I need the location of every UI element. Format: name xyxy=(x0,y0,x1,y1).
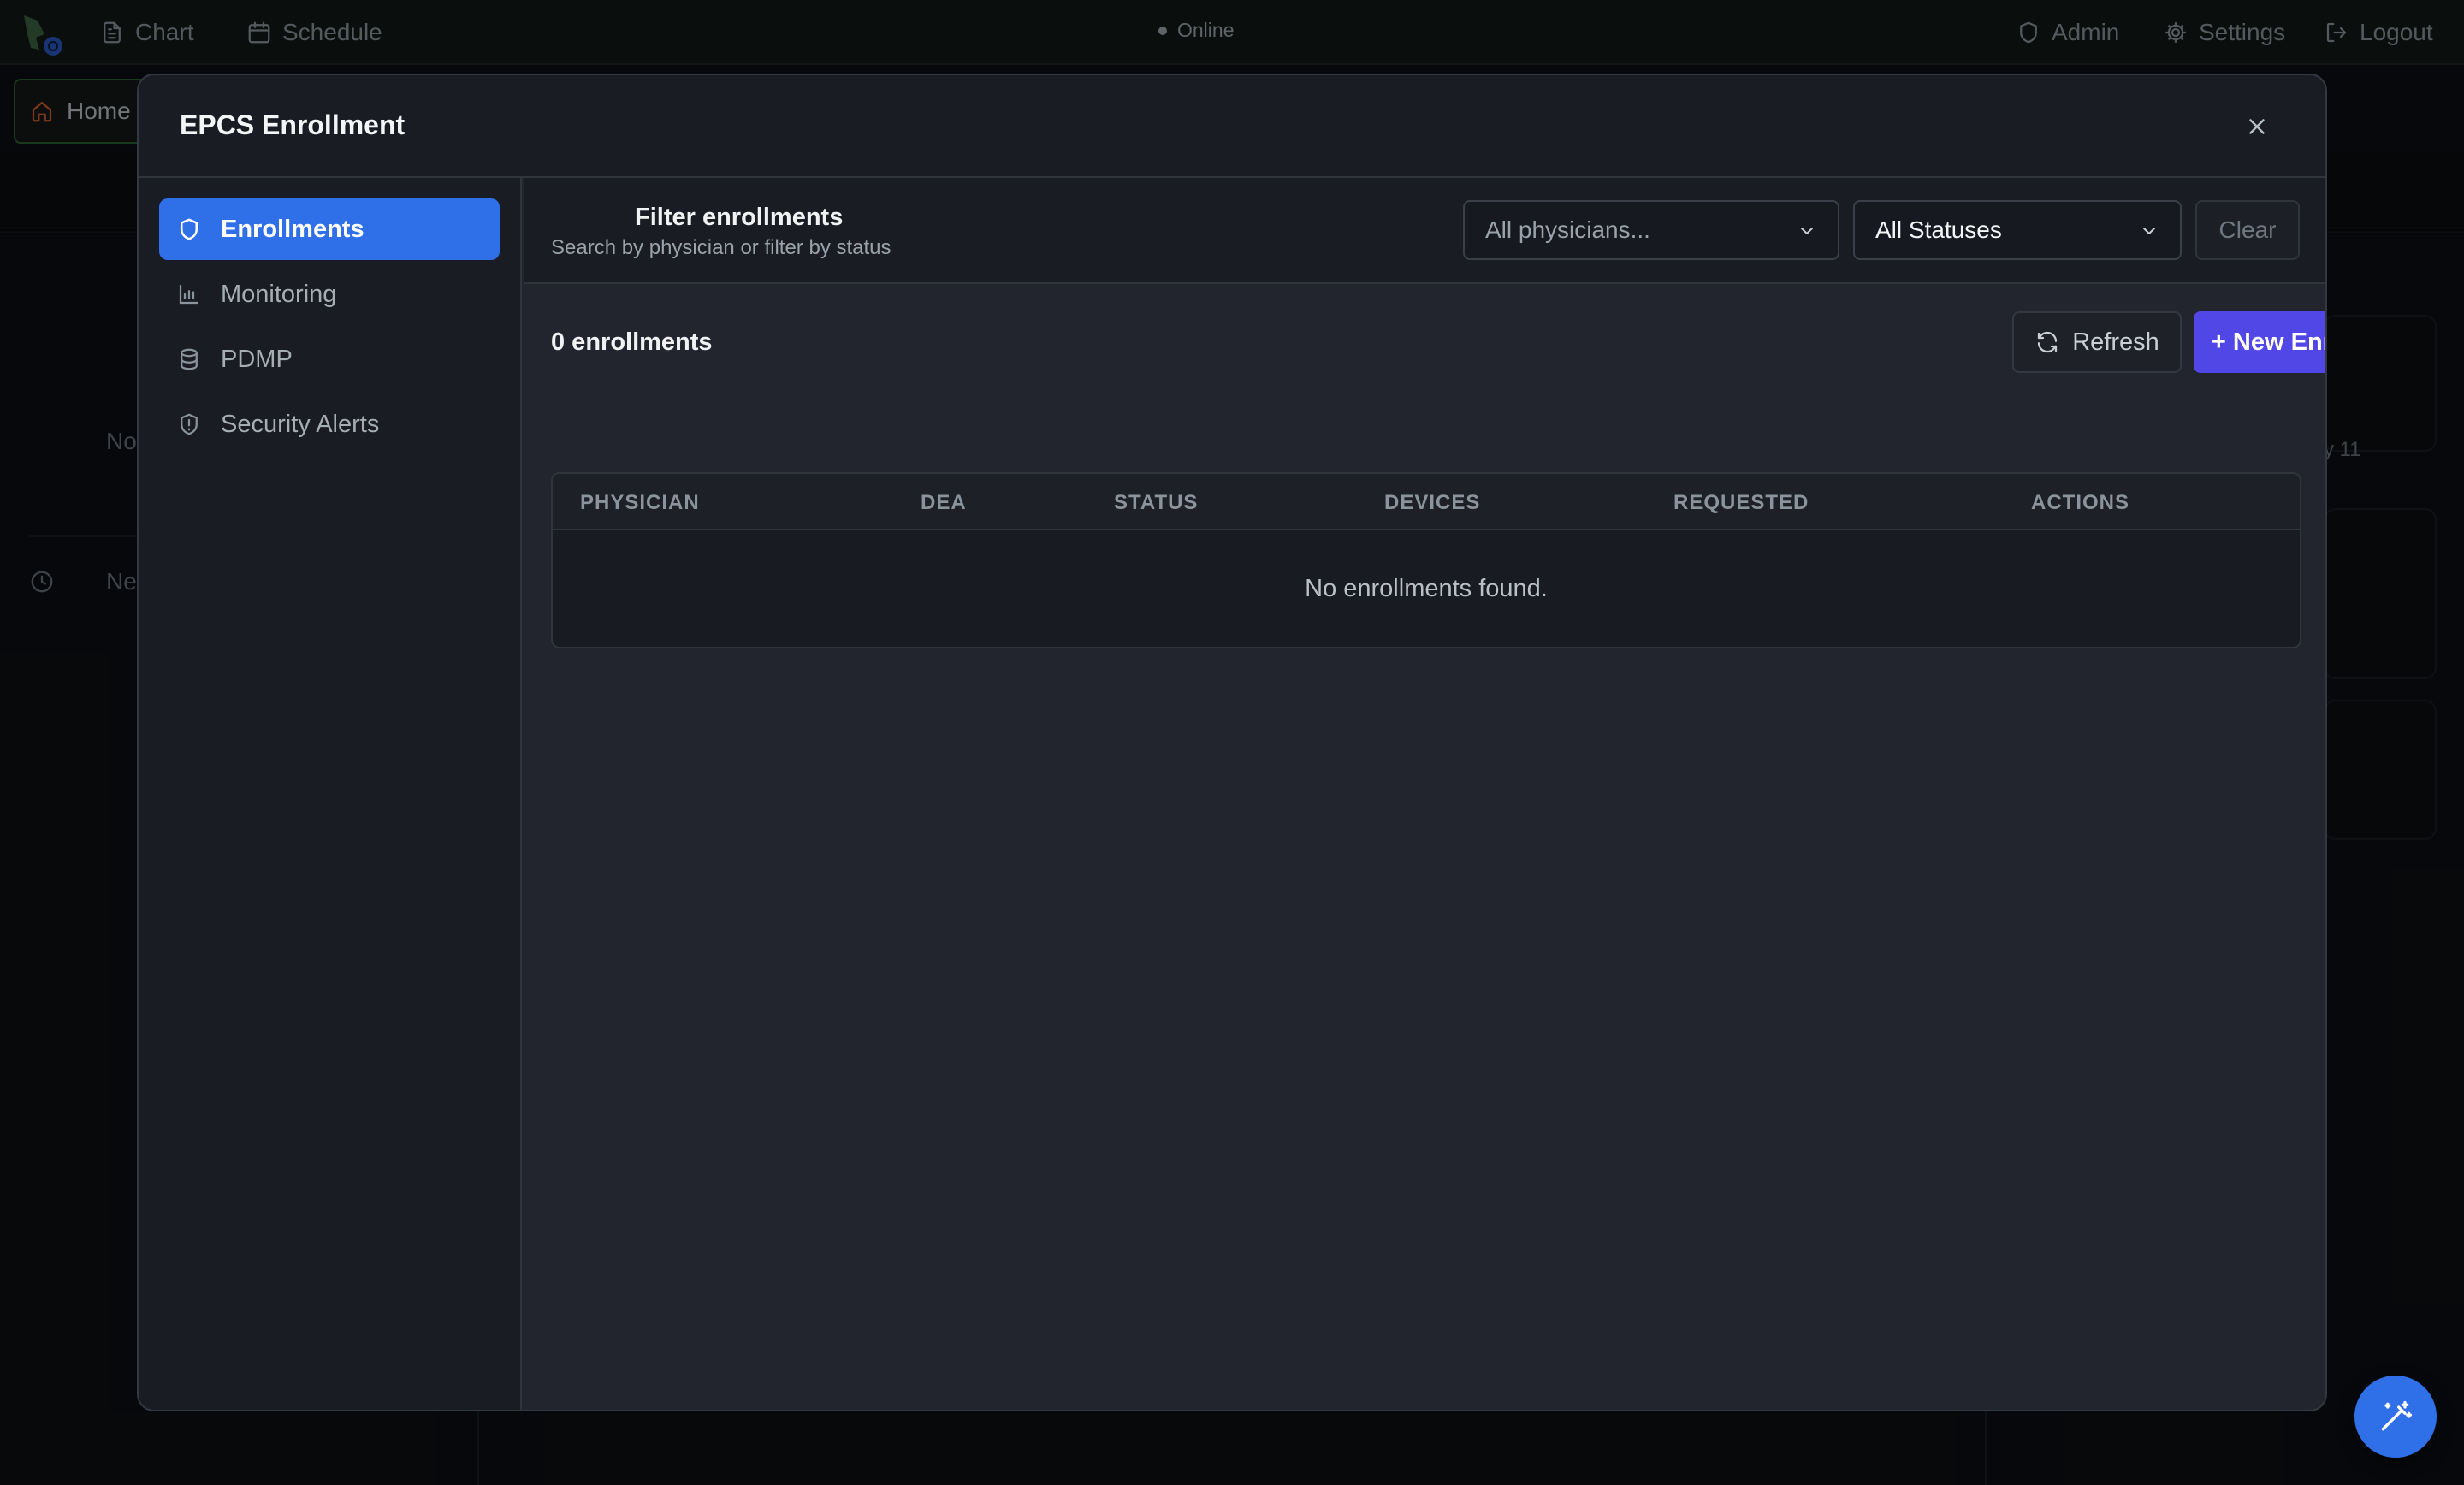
column-header-actions: ACTIONS xyxy=(2031,491,2129,514)
chevron-down-icon xyxy=(1801,228,1813,234)
column-header-physician[interactable]: PHYSICIAN xyxy=(580,491,700,515)
filter-subtitle: Search by physician or filter by status xyxy=(551,236,891,259)
refresh-button-label: Refresh xyxy=(2072,328,2159,356)
filter-title: Filter enrollments xyxy=(635,204,844,231)
refresh-button[interactable]: Refresh xyxy=(2012,311,2182,373)
enrollments-panel: Filter enrollments Search by physician o… xyxy=(524,178,2325,1410)
physician-select-value: All physicians... xyxy=(1485,216,1650,243)
sidebar-item-security-alerts[interactable]: Security Alerts xyxy=(159,393,500,455)
bar-chart-icon xyxy=(179,284,199,305)
column-header-requested[interactable]: REQUESTED xyxy=(1673,491,1809,515)
new-enrollment-button[interactable]: + New Enrollment xyxy=(2194,311,2325,373)
sidebar-item-label: Enrollments xyxy=(221,215,364,243)
column-header-devices[interactable]: DEVICES xyxy=(1384,491,1480,515)
sidebar-item-pdmp[interactable]: PDMP xyxy=(159,328,500,390)
shield-alert-icon xyxy=(181,413,198,435)
physician-select[interactable]: All physicians... xyxy=(1463,200,1839,260)
magic-wand-icon xyxy=(2381,1400,2413,1431)
close-button[interactable] xyxy=(2240,109,2274,144)
dialog-sidebar: Enrollments Monitoring PDMP Security Ale… xyxy=(139,178,522,1410)
empty-state-message: No enrollments found. xyxy=(1305,575,1548,602)
chevron-down-icon xyxy=(2143,228,2155,234)
column-header-status[interactable]: STATUS xyxy=(1114,491,1198,515)
magic-wand-button[interactable] xyxy=(2354,1376,2437,1458)
shield-icon xyxy=(181,218,198,240)
column-header-dea[interactable]: DEA xyxy=(921,491,967,515)
sidebar-item-label: Monitoring xyxy=(221,280,337,308)
close-icon xyxy=(2249,119,2265,134)
dialog-title: EPCS Enrollment xyxy=(180,109,406,140)
filter-bar: Filter enrollments Search by physician o… xyxy=(524,178,2325,284)
sidebar-item-monitoring[interactable]: Monitoring xyxy=(159,263,500,325)
sidebar-item-label: Security Alerts xyxy=(221,410,380,438)
enrollments-table: PHYSICIAN DEA STATUS DEVICES REQUESTED A… xyxy=(551,472,2301,648)
sidebar-item-enrollments[interactable]: Enrollments xyxy=(159,198,500,260)
sidebar-item-label: PDMP xyxy=(221,345,293,373)
enrollment-count: 0 enrollments xyxy=(551,328,713,356)
clear-filters-button[interactable]: Clear xyxy=(2195,200,2300,260)
status-select-value: All Statuses xyxy=(1875,216,2002,243)
dialog-header: EPCS Enrollment xyxy=(139,75,2325,178)
status-select[interactable]: All Statuses xyxy=(1853,200,2182,260)
refresh-icon xyxy=(2038,331,2058,353)
database-icon xyxy=(181,348,198,370)
epcs-enrollment-dialog: EPCS Enrollment Enrollments Monitoring P… xyxy=(137,74,2327,1411)
table-header: PHYSICIAN DEA STATUS DEVICES REQUESTED A… xyxy=(553,474,2300,530)
